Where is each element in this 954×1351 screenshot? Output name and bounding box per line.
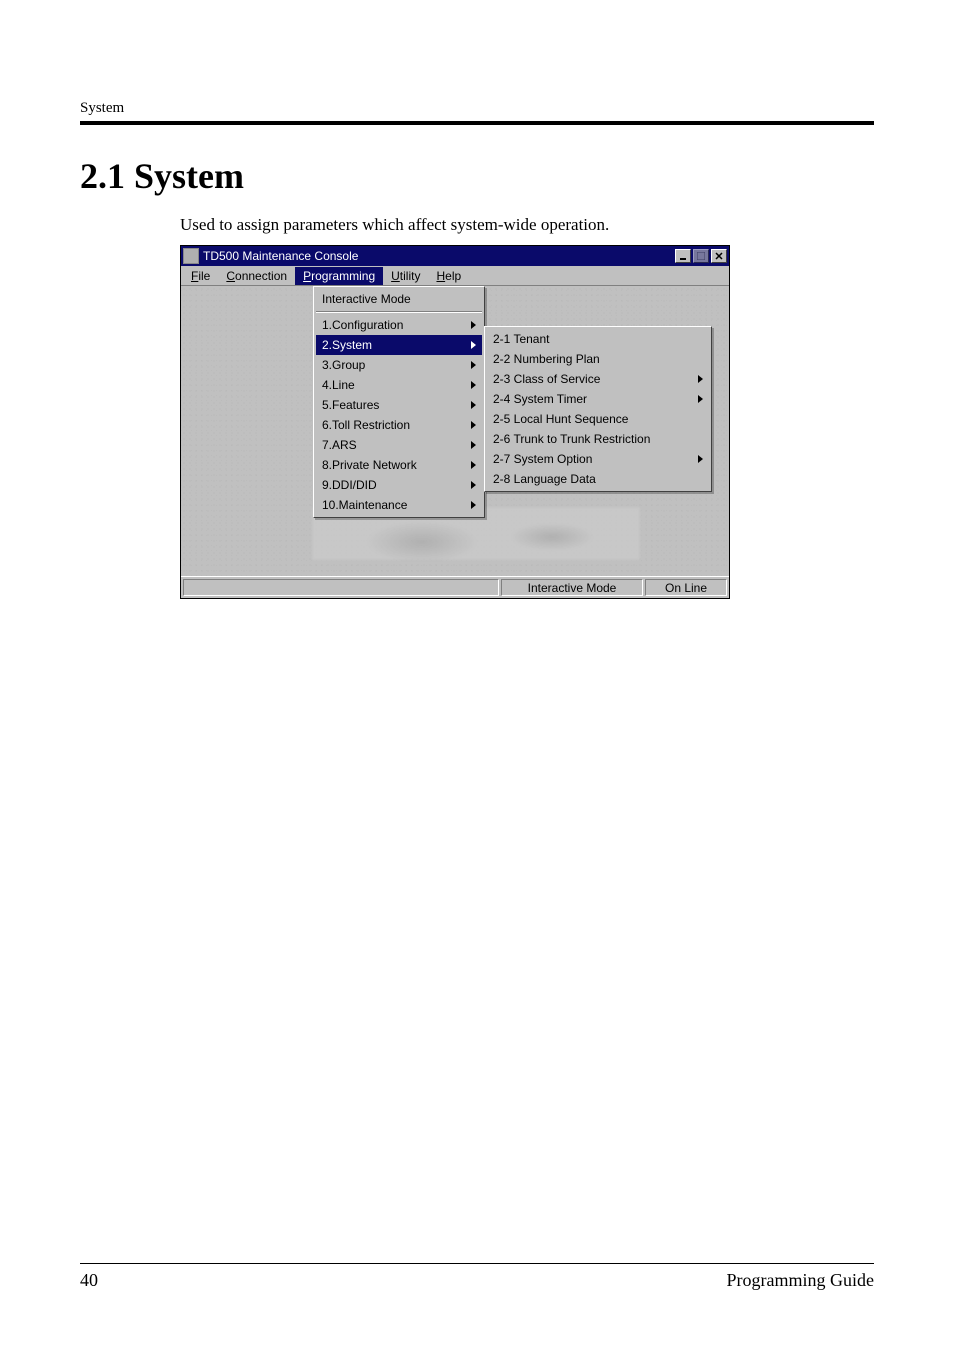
menu-bar: File Connection Programming Utility Help [181,266,729,286]
submenu-arrow-icon [698,455,703,463]
dd-toll-restriction[interactable]: 6.Toll Restriction [316,415,482,435]
submenu-arrow-icon [698,395,703,403]
submenu-arrow-icon [471,321,476,329]
dd-ars[interactable]: 7.ARS [316,435,482,455]
menu-help-label: Help [436,269,461,283]
sm-numbering-plan[interactable]: 2-2 Numbering Plan [487,349,709,369]
submenu-arrow-icon [471,381,476,389]
section-description: Used to assign parameters which affect s… [180,215,874,235]
dd-label: 5.Features [322,398,379,412]
page-footer: 40 Programming Guide [80,1263,874,1291]
dd-system[interactable]: 2.System [316,335,482,355]
menu-file[interactable]: File [183,267,218,285]
sm-tenant[interactable]: 2-1 Tenant [487,329,709,349]
submenu-arrow-icon [471,501,476,509]
submenu-arrow-icon [698,375,703,383]
dd-private-network[interactable]: 8.Private Network [316,455,482,475]
sm-trunk-to-trunk-restriction[interactable]: 2-6 Trunk to Trunk Restriction [487,429,709,449]
page-header-label: System [80,100,874,117]
sm-class-of-service[interactable]: 2-3 Class of Service [487,369,709,389]
minimize-button[interactable] [675,249,691,263]
dd-label: 8.Private Network [322,458,417,472]
dd-interactive-mode-label: Interactive Mode [322,292,411,306]
menu-programming-label: Programming [303,269,375,283]
dd-label: 3.Group [322,358,365,372]
footer-rule [80,1263,874,1264]
submenu-arrow-icon [471,481,476,489]
dd-group[interactable]: 3.Group [316,355,482,375]
submenu-arrow-icon [471,441,476,449]
dd-label: 1.Configuration [322,318,403,332]
programming-dropdown: Interactive Mode 1.Configuration 2.Syste… [313,286,485,518]
header-rule [80,121,874,125]
menu-utility[interactable]: Utility [383,267,428,285]
submenu-arrow-icon [471,421,476,429]
submenu-arrow-icon [471,461,476,469]
dd-label: 7.ARS [322,438,357,452]
dd-features[interactable]: 5.Features [316,395,482,415]
sm-label: 2-3 Class of Service [493,372,600,386]
sm-label: 2-7 System Option [493,452,592,466]
sm-system-timer[interactable]: 2-4 System Timer [487,389,709,409]
dd-line[interactable]: 4.Line [316,375,482,395]
dd-label: 4.Line [322,378,355,392]
dd-separator [316,311,482,313]
status-empty [183,579,499,596]
dd-interactive-mode[interactable]: Interactive Mode [316,289,482,309]
menu-connection-label: Connection [226,269,287,283]
dd-label: 6.Toll Restriction [322,418,410,432]
sm-language-data[interactable]: 2-8 Language Data [487,469,709,489]
submenu-arrow-icon [471,361,476,369]
sm-system-option[interactable]: 2-7 System Option [487,449,709,469]
dd-configuration[interactable]: 1.Configuration [316,315,482,335]
sm-label: 2-8 Language Data [493,472,596,486]
page-number: 40 [80,1270,98,1291]
dd-ddi-did[interactable]: 9.DDI/DID [316,475,482,495]
sm-label: 2-1 Tenant [493,332,550,346]
menu-file-label: File [191,269,210,283]
menu-utility-label: Utility [391,269,420,283]
menu-help[interactable]: Help [428,267,469,285]
sm-label: 2-2 Numbering Plan [493,352,600,366]
footer-title: Programming Guide [727,1270,874,1291]
window-title: TD500 Maintenance Console [203,249,673,263]
submenu-arrow-icon [471,401,476,409]
sm-label: 2-5 Local Hunt Sequence [493,412,628,426]
close-button[interactable] [711,249,727,263]
status-mode: Interactive Mode [501,579,643,596]
status-bar: Interactive Mode On Line [181,576,729,598]
sm-label: 2-6 Trunk to Trunk Restriction [493,432,650,446]
title-bar: TD500 Maintenance Console [181,246,729,266]
submenu-arrow-icon [471,341,476,349]
dd-maintenance[interactable]: 10.Maintenance [316,495,482,515]
app-icon [183,248,199,264]
sm-label: 2-4 System Timer [493,392,587,406]
section-heading: 2.1 System [80,155,874,197]
menu-programming[interactable]: Programming [295,267,383,285]
status-connection: On Line [645,579,727,596]
app-window: TD500 Maintenance Console File Connectio… [180,245,730,599]
system-submenu: 2-1 Tenant 2-2 Numbering Plan 2-3 Class … [484,326,712,492]
workspace: Interactive Mode 1.Configuration 2.Syste… [181,286,729,576]
menu-connection[interactable]: Connection [218,267,295,285]
dd-label: 9.DDI/DID [322,478,377,492]
sm-local-hunt-sequence[interactable]: 2-5 Local Hunt Sequence [487,409,709,429]
dd-label: 2.System [322,338,372,352]
dd-label: 10.Maintenance [322,498,407,512]
maximize-button[interactable] [693,249,709,263]
